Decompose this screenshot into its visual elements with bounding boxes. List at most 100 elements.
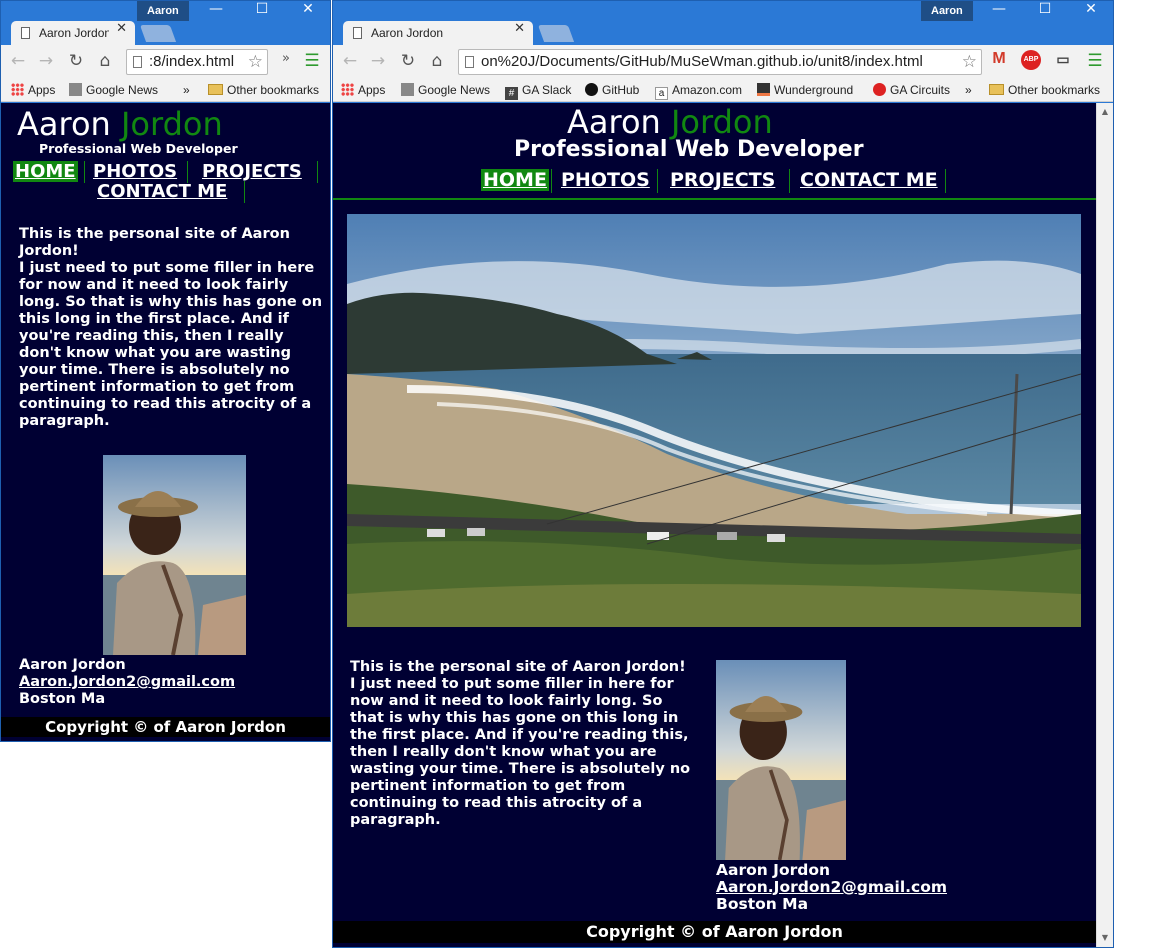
bookmarks-overflow[interactable]: »	[183, 82, 190, 98]
maximize-button[interactable]: ☐	[239, 1, 285, 31]
github-icon	[585, 83, 598, 96]
new-tab-button[interactable]	[537, 25, 575, 42]
tab-title: Aaron Jordon	[39, 26, 109, 40]
reload-icon[interactable]: ↻	[397, 51, 419, 73]
profile-badge[interactable]: Aaron	[921, 1, 973, 21]
bookmark-label: Amazon.com	[672, 83, 743, 97]
scroll-down-icon[interactable]: ▼	[1097, 931, 1113, 945]
bookmark-apps[interactable]: Apps	[341, 82, 385, 98]
vertical-scrollbar[interactable]: ▲ ▼	[1096, 103, 1113, 947]
nav-divider	[244, 181, 245, 203]
other-bookmarks[interactable]: Other bookmarks	[208, 82, 319, 98]
bookmark-label: Apps	[28, 83, 56, 97]
nav-divider	[187, 161, 188, 183]
other-bookmarks[interactable]: Other bookmarks	[989, 82, 1100, 98]
intro-body: I just need to put some filler in here f…	[19, 260, 323, 429]
apps-grid-icon	[11, 83, 24, 96]
back-icon[interactable]: ←	[7, 51, 29, 73]
home-icon[interactable]: ⌂	[94, 51, 116, 73]
address-text: on%20J/Documents/GitHub/MuSeWman.github.…	[481, 53, 923, 70]
profile-photo	[716, 660, 846, 860]
bookmark-ga-slack[interactable]: # GA Slack	[505, 82, 571, 100]
page-icon	[21, 27, 30, 39]
close-window-button[interactable]: ✕	[1068, 1, 1113, 31]
footer: Copyright © of Aaron Jordon	[1, 717, 330, 737]
tab-active[interactable]: Aaron Jordon ✕	[343, 21, 533, 45]
forward-icon[interactable]: →	[367, 51, 389, 73]
cast-icon[interactable]: ▭	[1053, 51, 1073, 68]
nav-contact[interactable]: CONTACT ME	[800, 169, 938, 191]
contact-email-link[interactable]: Aaron.Jordon2@gmail.com	[716, 878, 947, 896]
nav-divider	[84, 161, 85, 183]
tab-title: Aaron Jordon	[371, 26, 444, 40]
reload-icon[interactable]: ↻	[65, 51, 87, 73]
menu-icon[interactable]: ☰	[1084, 51, 1106, 73]
bookmark-label: GA Circuits	[890, 83, 951, 97]
bookmark-label: Google News	[418, 83, 491, 97]
contact-name: Aaron Jordon	[716, 861, 831, 879]
bookmark-star-icon[interactable]: ☆	[248, 50, 263, 74]
google-news-icon	[69, 83, 82, 96]
contact-email-link[interactable]: Aaron.Jordon2@gmail.com	[19, 674, 235, 690]
site-last-name: Jordon	[670, 103, 773, 141]
title-bar: Aaron — ☐ ✕ Aaron Jordon ✕	[1, 1, 330, 45]
bookmarks-bar: Apps Google News » Other bookmarks	[1, 78, 330, 102]
bookmark-google-news[interactable]: Google News	[69, 82, 158, 98]
bookmarks-overflow[interactable]: »	[965, 82, 972, 98]
nav-divider	[317, 161, 318, 183]
bookmark-google-news[interactable]: Google News	[401, 82, 490, 98]
gmail-icon[interactable]: M	[989, 50, 1009, 68]
site-last-name: Jordon	[120, 105, 223, 143]
new-tab-button[interactable]	[139, 25, 177, 42]
tab-close-icon[interactable]: ✕	[116, 21, 127, 36]
beach-photo	[347, 214, 1081, 627]
nav-photos[interactable]: PHOTOS	[561, 169, 650, 191]
minimize-button[interactable]: —	[976, 1, 1022, 31]
profile-badge[interactable]: Aaron	[137, 1, 189, 21]
intro-body: I just need to put some filler in here f…	[350, 676, 691, 828]
maximize-button[interactable]: ☐	[1022, 1, 1068, 31]
close-window-button[interactable]: ✕	[285, 1, 330, 31]
page-icon	[465, 56, 474, 68]
nav-divider	[657, 169, 658, 193]
bookmark-amazon[interactable]: a Amazon.com	[655, 82, 742, 100]
bookmark-wunderground[interactable]: Wunderground	[757, 82, 853, 98]
browser-window-wide: Aaron — ☐ ✕ Aaron Jordon ✕ ← → ↻ ⌂ on%20…	[332, 0, 1114, 948]
nav-contact[interactable]: CONTACT ME	[97, 181, 227, 202]
nav-divider	[789, 169, 790, 193]
address-bar[interactable]: on%20J/Documents/GitHub/MuSeWman.github.…	[458, 49, 982, 75]
minimize-button[interactable]: —	[193, 1, 239, 31]
nav-projects[interactable]: PROJECTS	[670, 169, 775, 191]
scroll-up-icon[interactable]: ▲	[1097, 105, 1113, 119]
back-icon[interactable]: ←	[339, 51, 361, 73]
menu-icon[interactable]: ☰	[301, 51, 323, 73]
toolbar: ← → ↻ ⌂ on%20J/Documents/GitHub/MuSeWman…	[333, 45, 1113, 78]
bookmark-star-icon[interactable]: ☆	[962, 50, 977, 74]
address-bar[interactable]: :8/index.html ☆	[126, 49, 268, 75]
tab-close-icon[interactable]: ✕	[514, 21, 525, 36]
bookmark-ga-circuits[interactable]: GA Circuits	[873, 82, 950, 98]
site-subtitle: Professional Web Developer	[514, 137, 864, 162]
amazon-icon: a	[655, 87, 668, 100]
page-viewport: Aaron Jordon Professional Web Developer …	[333, 103, 1096, 947]
adblock-icon[interactable]: ABP	[1021, 50, 1041, 70]
nav-home[interactable]: HOME	[13, 161, 78, 182]
bookmark-label: Other bookmarks	[227, 83, 320, 97]
toolbar: ← → ↻ ⌂ :8/index.html ☆ » ☰	[1, 45, 330, 78]
intro-paragraph: This is the personal site of Aaron Jordo…	[350, 659, 695, 829]
contact-block: Aaron Jordon Aaron.Jordon2@gmail.com Bos…	[716, 862, 947, 913]
profile-photo	[103, 455, 246, 655]
extensions-overflow-icon[interactable]: »	[275, 51, 297, 73]
profile-photo-image	[103, 455, 246, 655]
nav-projects[interactable]: PROJECTS	[202, 161, 302, 182]
forward-icon[interactable]: →	[35, 51, 57, 73]
home-icon[interactable]: ⌂	[426, 51, 448, 73]
tab-active[interactable]: Aaron Jordon ✕	[11, 21, 135, 45]
bookmark-label: Wunderground	[774, 83, 854, 97]
nav-home[interactable]: HOME	[481, 169, 549, 191]
nav-photos[interactable]: PHOTOS	[93, 161, 177, 182]
bookmark-github[interactable]: GitHub	[585, 82, 639, 98]
site-name: Aaron Jordon	[567, 103, 773, 141]
bookmark-apps[interactable]: Apps	[11, 82, 55, 98]
folder-icon	[989, 84, 1004, 95]
